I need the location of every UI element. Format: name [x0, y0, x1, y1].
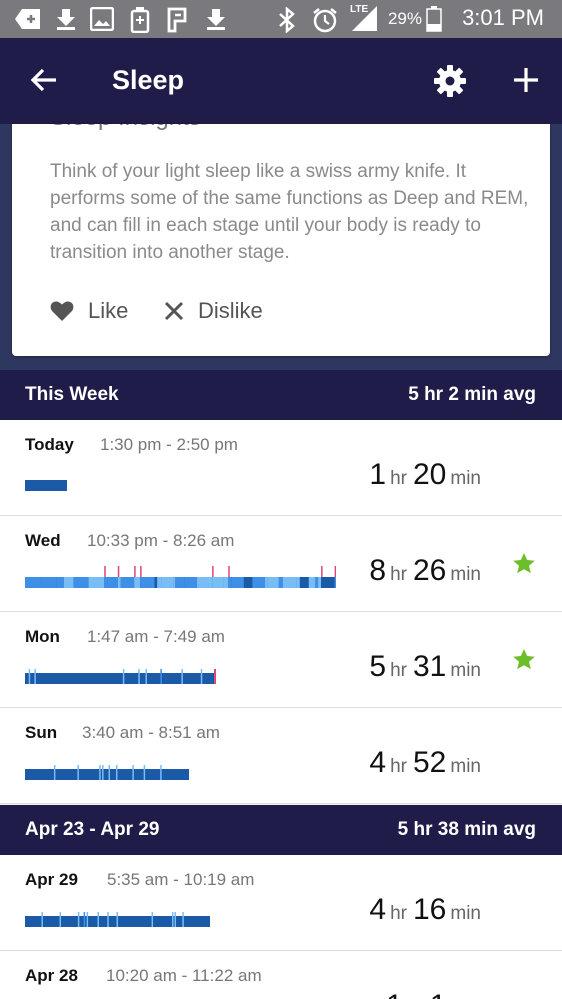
log-day: Mon	[25, 627, 60, 646]
add-icon	[15, 9, 40, 29]
bluetooth-icon	[279, 7, 295, 33]
image-icon	[90, 7, 114, 31]
log-day: Apr 29	[25, 870, 78, 889]
back-arrow-icon[interactable]	[28, 64, 60, 96]
heart-icon	[50, 301, 74, 321]
section-label: Apr 23 - Apr 29	[25, 819, 160, 840]
sleep-stage-bar	[25, 480, 67, 491]
dislike-label: Dislike	[198, 298, 263, 323]
log-day: Wed	[25, 531, 61, 550]
log-time-range: 1:47 am - 7:49 am	[87, 627, 225, 646]
alarm-icon	[313, 8, 337, 33]
fitbit-flag-icon	[167, 7, 187, 33]
sleep-stage-bar	[25, 669, 216, 684]
insight-title: Sleep Insights	[50, 124, 201, 132]
log-day: Apr 28	[25, 966, 78, 985]
download-icon	[57, 9, 75, 30]
clock: 3:01 PM	[462, 5, 544, 30]
section-label: This Week	[25, 384, 119, 405]
sleep-log-row[interactable]: Sun 3:40 am - 8:51 am 4 hr 52 min	[0, 708, 562, 804]
sleep-insight-card: Sleep Insights Think of your light sleep…	[12, 124, 550, 356]
page-title: Sleep	[112, 65, 185, 95]
insight-area: Sleep Insights Think of your light sleep…	[0, 124, 562, 370]
log-duration: 4 hr 16 min	[369, 893, 481, 926]
app-bar: Sleep	[0, 38, 562, 124]
star-icon	[513, 553, 535, 574]
download-icon	[207, 9, 225, 30]
battery-percentage: 29%	[387, 9, 422, 28]
log-time-range: 5:35 am - 10:19 am	[107, 870, 255, 889]
prev-week-header: Apr 23 - Apr 29 5 hr 38 min avg	[0, 805, 562, 855]
log-duration: 5 hr 31 min	[369, 650, 481, 683]
sleep-stage-bar	[25, 765, 189, 780]
sleep-log-row[interactable]: Wed 10:33 pm - 8:26 am 8 hr 26 min	[0, 516, 562, 612]
status-bar: LTE 29% 3:01 PM	[0, 0, 562, 38]
log-day: Today	[25, 435, 74, 454]
sleep-stage-bar	[25, 566, 336, 588]
section-average: 5 hr 38 min avg	[397, 819, 536, 840]
insight-text: Think of your light sleep like a swiss a…	[50, 161, 529, 263]
sleep-log-row[interactable]: Apr 29 5:35 am - 10:19 am 4 hr 16 min	[0, 855, 562, 951]
like-label: Like	[88, 298, 129, 323]
log-duration: 4 hr 52 min	[369, 746, 481, 779]
this-week-header: This Week 5 hr 2 min avg	[0, 370, 562, 420]
log-duration: 8 hr 26 min	[369, 554, 481, 587]
like-button[interactable]: Like	[50, 298, 128, 324]
star-icon	[513, 649, 535, 670]
log-duration: 1 hr 20 min	[369, 458, 481, 491]
gear-icon[interactable]	[432, 63, 468, 99]
close-icon	[164, 301, 184, 321]
battery-icon	[426, 6, 442, 32]
sleep-log-row[interactable]: Today 1:30 pm - 2:50 pm 1 hr 20 min	[0, 420, 562, 516]
log-day: Sun	[25, 723, 58, 742]
log-time-range: 10:20 am - 11:22 am	[106, 966, 262, 985]
log-time-range: 10:33 pm - 8:26 am	[87, 531, 235, 550]
sleep-stage-bar	[25, 912, 210, 927]
battery-saver-icon	[130, 7, 150, 33]
add-icon[interactable]	[510, 64, 542, 96]
signal-icon	[352, 6, 377, 31]
sleep-log-row[interactable]: Apr 28 10:20 am - 11:22 am 1hr1min	[0, 951, 562, 999]
sleep-log-row[interactable]: Mon 1:47 am - 7:49 am 5 hr 31 min	[0, 612, 562, 708]
log-time-range: 1:30 pm - 2:50 pm	[100, 435, 238, 454]
log-time-range: 3:40 am - 8:51 am	[82, 723, 220, 742]
log-duration: 1hr1min	[386, 989, 487, 999]
section-average: 5 hr 2 min avg	[408, 384, 536, 405]
dislike-button[interactable]: Dislike	[164, 298, 263, 324]
